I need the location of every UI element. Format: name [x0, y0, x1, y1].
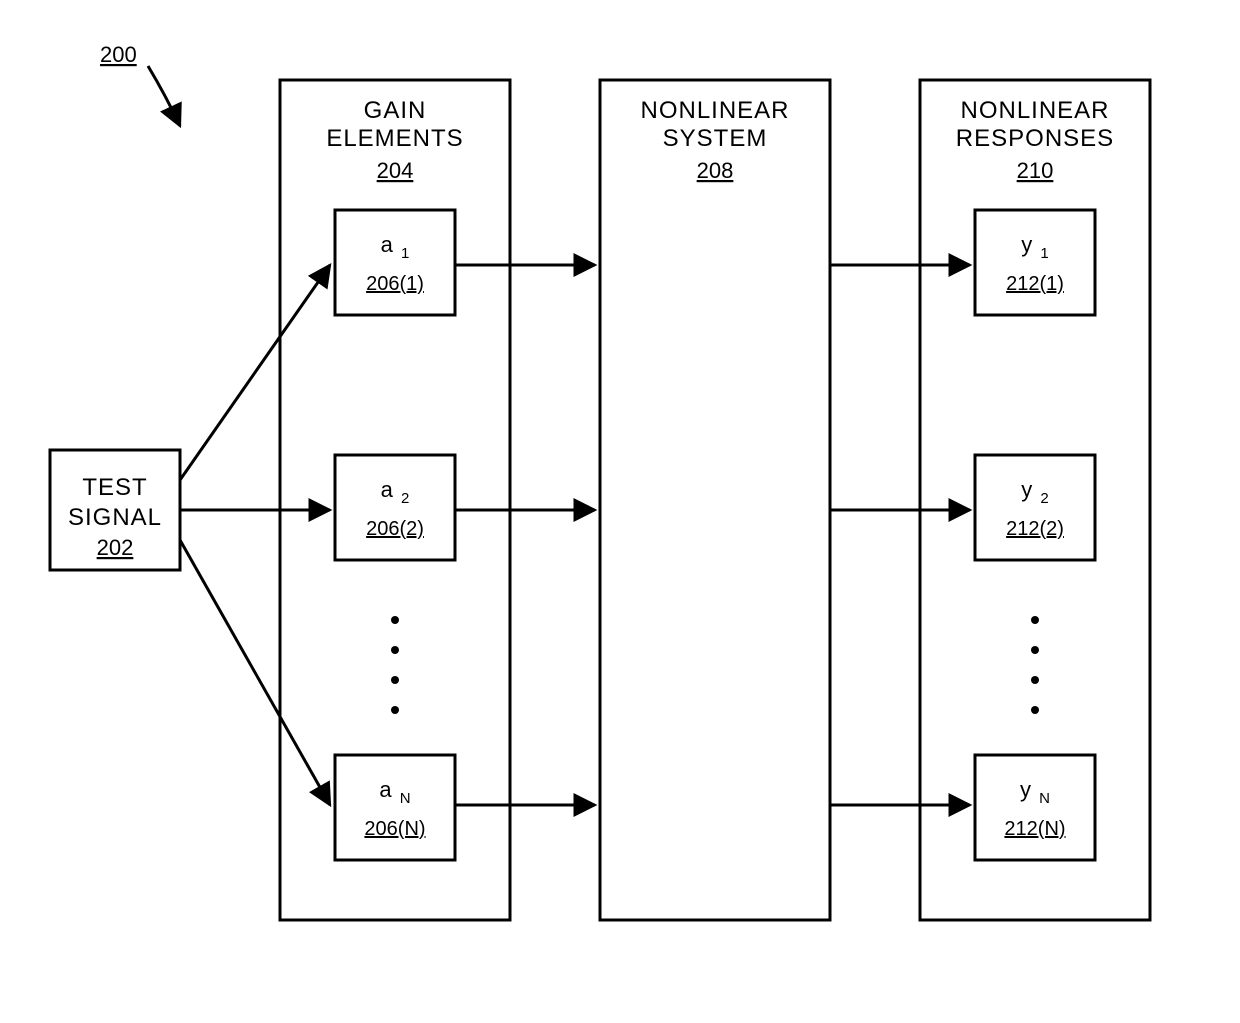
gain-element-1-ref: 206(1) [366, 273, 424, 295]
gain-elements-ref: 204 [377, 158, 414, 183]
response-2-ref: 212(2) [1006, 518, 1064, 540]
response-2: y 2 212(2) [975, 455, 1095, 560]
test-signal-label-1: TEST [82, 474, 147, 501]
gain-element-2: a 2 206(2) [335, 455, 455, 560]
response-ellipsis-dot [1031, 646, 1039, 654]
response-1-ref: 212(1) [1006, 273, 1064, 295]
responses-title-2: RESPONSES [956, 125, 1114, 152]
gain-element-n-symbol: a N [379, 777, 410, 807]
test-signal-ref: 202 [97, 535, 134, 560]
nonlinear-system-title-1: NONLINEAR [640, 97, 789, 124]
gain-element-n: a N 206(N) [335, 755, 455, 860]
gain-element-1-symbol: a 1 [381, 232, 410, 262]
response-n: y N 212(N) [975, 755, 1095, 860]
gain-elements-title-1: GAIN [364, 97, 427, 124]
response-ellipsis-dot [1031, 706, 1039, 714]
response-n-symbol: y N [1020, 777, 1050, 807]
gain-ellipsis-dot [391, 676, 399, 684]
gain-element-2-symbol: a 2 [381, 477, 410, 507]
arrow-test-to-a1 [180, 265, 330, 480]
gain-element-2-ref: 206(2) [366, 518, 424, 540]
test-signal-label-2: SIGNAL [68, 504, 162, 531]
gain-ellipsis-dot [391, 616, 399, 624]
figure-ref-label: 200 [100, 42, 137, 67]
gain-elements-title-2: ELEMENTS [326, 125, 463, 152]
nonlinear-system-title-2: SYSTEM [663, 125, 768, 152]
gain-element-1: a 1 206(1) [335, 210, 455, 315]
figure-ref-arrow [148, 66, 180, 126]
arrow-test-to-an [180, 540, 330, 805]
response-1: y 1 212(1) [975, 210, 1095, 315]
gain-ellipsis-dot [391, 646, 399, 654]
responses-title-1: NONLINEAR [960, 97, 1109, 124]
response-ellipsis-dot [1031, 616, 1039, 624]
gain-ellipsis-dot [391, 706, 399, 714]
gain-elements-block: GAIN ELEMENTS 204 a 1 206(1) a 2 206(2) [280, 80, 510, 920]
nonlinear-system-block: NONLINEAR SYSTEM 208 [600, 80, 830, 920]
response-1-symbol: y 1 [1021, 232, 1048, 262]
response-n-ref: 212(N) [1004, 818, 1065, 840]
gain-element-n-ref: 206(N) [364, 818, 425, 840]
nonlinear-system-ref: 208 [697, 158, 734, 183]
nonlinear-responses-block: NONLINEAR RESPONSES 210 y 1 212(1) y 2 2… [920, 80, 1150, 920]
response-ellipsis-dot [1031, 676, 1039, 684]
response-2-symbol: y 2 [1021, 477, 1048, 507]
test-signal-block: TEST SIGNAL 202 [50, 450, 180, 570]
responses-ref: 210 [1017, 158, 1054, 183]
